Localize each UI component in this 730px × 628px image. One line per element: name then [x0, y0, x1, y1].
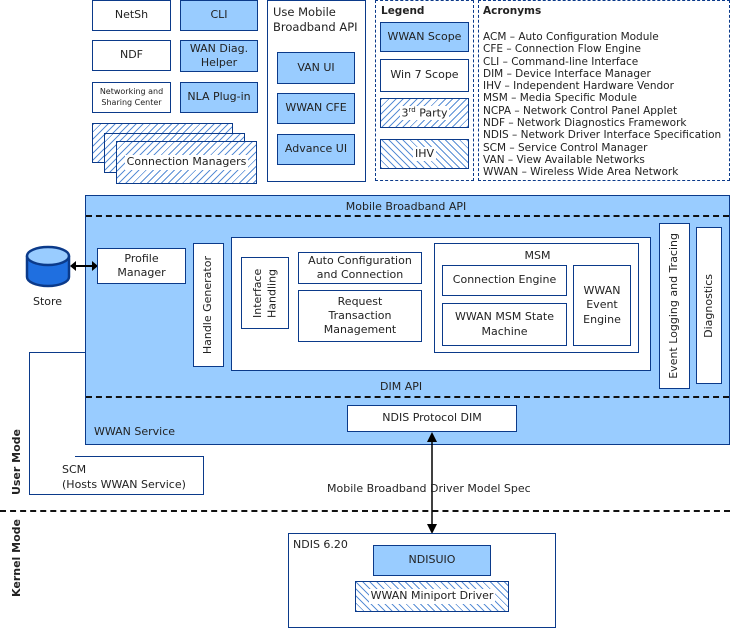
ndisuio-label: NDISUIO — [408, 553, 456, 567]
store-label: Store — [33, 295, 63, 308]
netsh-box: NetSh — [92, 0, 171, 31]
request-txn-label: Request Transaction Management — [323, 294, 397, 337]
acronym-item: IHV – Independent Hardware Vendor — [483, 80, 674, 93]
legend-title: Legend — [381, 5, 425, 17]
user-kernel-divider — [0, 510, 730, 512]
third-party-rest: Party — [415, 106, 448, 120]
event-logging-tracing-box: Event Logging and Tracing — [659, 223, 690, 389]
legend-win7-scope: Win 7 Scope — [380, 59, 469, 92]
wwan-cfe-label: WWAN CFE — [285, 101, 347, 115]
handle-generator-box: Handle Generator — [193, 243, 224, 367]
ndis-protocol-dim-box: NDIS Protocol DIM — [347, 405, 517, 432]
connection-engine-box: Connection Engine — [442, 265, 567, 296]
advance-ui-label: Advance UI — [284, 142, 348, 156]
store-profile-arrow — [70, 261, 98, 271]
legend-ihv-label: IHV — [412, 146, 437, 162]
nsc-label: Networking and Sharing Center — [99, 87, 164, 107]
wan-diag-helper-box: WAN Diag. Helper — [180, 40, 258, 72]
state-machine-label: WWAN MSM State Machine — [455, 310, 554, 338]
user-mode-label-wrap: User Mode — [8, 420, 24, 505]
dim-api-divider — [86, 396, 729, 398]
cli-label: CLI — [210, 8, 228, 22]
msm-label: MSM — [524, 249, 551, 262]
kernel-mode-label: Kernel Mode — [9, 519, 23, 597]
interface-handling-box: Interface Handling — [241, 257, 289, 329]
diagnostics-box: Diagnostics — [696, 227, 722, 384]
acronym-item: VAN – View Available Networks — [483, 153, 645, 166]
connection-managers-box: Connection Managers — [116, 141, 257, 184]
scm-hosts-label: (Hosts WWAN Service) — [62, 478, 186, 491]
store-icon — [25, 245, 71, 288]
mb-api-users-title: Use Mobile Broadband API — [273, 5, 358, 34]
handle-generator-label: Handle Generator — [201, 255, 215, 355]
auto-configuration-box: Auto Configuration and Connection — [298, 252, 422, 284]
event-engine-label: WWAN Event Engine — [583, 284, 621, 326]
wwan-cfe-box: WWAN CFE — [277, 93, 355, 124]
acronyms-list: ACM – Auto Configuration Module CFE – Con… — [483, 31, 729, 179]
kernel-mode-label-wrap: Kernel Mode — [8, 517, 24, 599]
netsh-label: NetSh — [114, 8, 149, 22]
acronym-item: NCPA – Network Control Panel Applet — [483, 104, 678, 117]
acronym-item: ACM – Auto Configuration Module — [483, 31, 659, 43]
scm-container-right-edge — [203, 456, 204, 495]
third-party-num: 3 — [401, 106, 409, 120]
ndf-box: NDF — [92, 40, 171, 71]
nla-label: NLA Plug-in — [187, 90, 251, 104]
connection-engine-label: Connection Engine — [452, 273, 557, 287]
wwan-service-label: WWAN Service — [94, 425, 176, 438]
ndf-label: NDF — [119, 48, 144, 62]
acronym-item: CFE – Connection Flow Engine — [483, 43, 641, 56]
nla-plugin-box: NLA Plug-in — [180, 82, 258, 113]
acronym-item: DIM – Device Interface Manager — [483, 67, 651, 80]
ndis-protocol-dim-label: NDIS Protocol DIM — [382, 411, 482, 425]
mb-api-divider — [86, 215, 729, 217]
legend-win7-scope-label: Win 7 Scope — [390, 68, 459, 82]
wwan-event-engine-box: WWAN Event Engine — [573, 265, 631, 346]
wwan-miniport-driver-box: WWAN Miniport Driver — [355, 581, 509, 612]
request-transaction-box: Request Transaction Management — [298, 290, 422, 342]
dim-api-label: DIM API — [380, 380, 423, 393]
van-ui-label: VAN UI — [297, 60, 335, 74]
acronym-item: NDF – Network Diagnostics Framework — [483, 117, 687, 130]
networking-sharing-center-box: Networking and Sharing Center — [92, 82, 171, 113]
legend-ihv: IHV — [380, 139, 469, 169]
profile-manager-label: Profile Manager — [117, 251, 166, 279]
ndisuio-box: NDISUIO — [373, 545, 491, 576]
legend-third-party-label: 3rd Party — [399, 105, 450, 121]
diagnostics-label: Diagnostics — [701, 273, 715, 338]
driver-model-spec-label: Mobile Broadband Driver Model Spec — [327, 482, 531, 495]
acronym-item: CLI – Command-line Interface — [483, 55, 639, 68]
wan-diag-label: WAN Diag. Helper — [189, 41, 249, 69]
event-logging-label: Event Logging and Tracing — [667, 233, 681, 379]
advance-ui-box: Advance UI — [277, 134, 355, 165]
profile-manager-box: Profile Manager — [97, 248, 186, 284]
acronym-item: SCM – Service Control Manager — [483, 141, 648, 154]
legend-third-party: 3rd Party — [380, 98, 469, 128]
acronyms-title: Acronyms — [483, 5, 542, 17]
interface-handling-label: Interface Handling — [250, 268, 278, 318]
wwan-msm-state-machine-box: WWAN MSM State Machine — [442, 303, 567, 346]
auto-config-label: Auto Configuration and Connection — [308, 253, 412, 281]
cli-box: CLI — [180, 0, 258, 31]
van-ui-box: VAN UI — [277, 52, 355, 84]
mobile-broadband-api-label: Mobile Broadband API — [345, 200, 467, 213]
miniport-label: WWAN Miniport Driver — [368, 589, 496, 604]
acronym-item: WWAN – Wireless Wide Area Network — [483, 166, 679, 179]
scm-container-top-edge — [75, 456, 204, 457]
scm-label: SCM — [62, 463, 87, 476]
acronym-item: MSM – Media Specific Module — [483, 92, 637, 105]
ndis-version-label: NDIS 6.20 — [293, 538, 348, 551]
connection-managers-label: Connection Managers — [124, 155, 249, 170]
acronyms-panel: Acronyms ACM – Auto Configuration Module… — [478, 0, 730, 181]
third-party-sup: rd — [408, 105, 416, 114]
acronym-item: NDIS – Network Driver Interface Specific… — [483, 129, 722, 142]
legend-wwan-scope-label: WWAN Scope — [387, 29, 462, 43]
user-mode-label: User Mode — [9, 429, 23, 496]
legend-wwan-scope: WWAN Scope — [380, 22, 469, 52]
